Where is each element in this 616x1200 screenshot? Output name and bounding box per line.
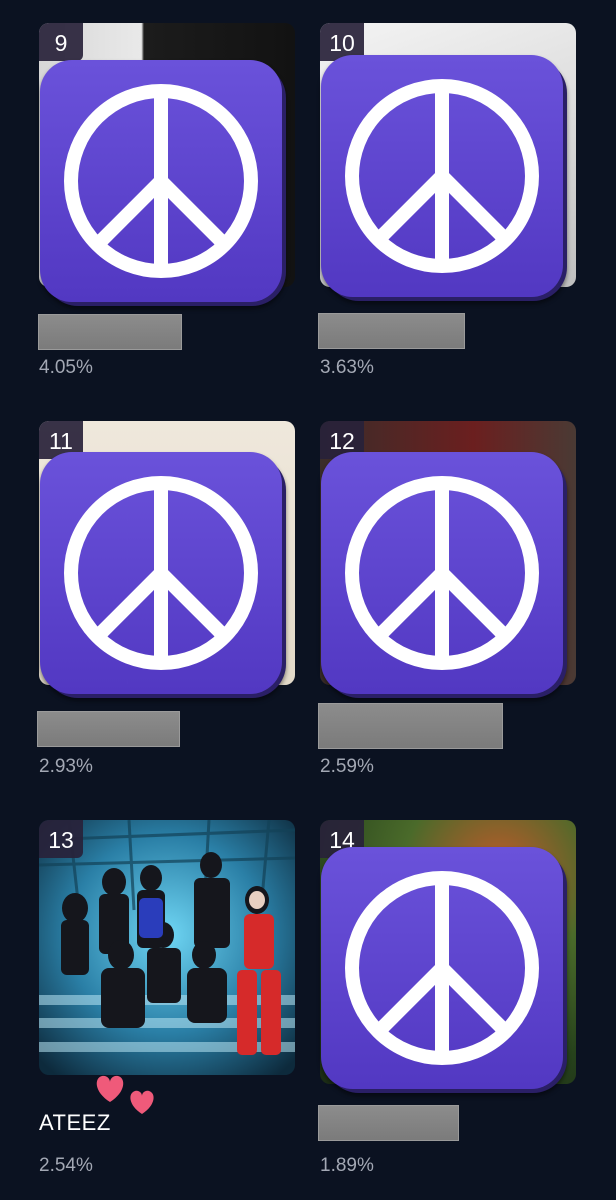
vote-percentage: 2.93% <box>39 756 93 777</box>
heart-icon <box>96 1075 154 1114</box>
vote-percentage: 2.54% <box>39 1155 93 1176</box>
vote-percentage: 3.63% <box>320 357 374 378</box>
vote-percentage: 4.05% <box>39 357 93 378</box>
rank-badge: 9 <box>39 23 83 61</box>
redacted-name-block <box>38 314 182 350</box>
redacted-name-block <box>37 711 180 747</box>
ranking-card-13[interactable]: 13 <box>39 820 295 1075</box>
peace-sign-icon <box>321 55 571 305</box>
artist-photo <box>39 820 295 1075</box>
peace-sign-icon <box>321 452 571 702</box>
vote-percentage: 1.89% <box>320 1155 374 1176</box>
peace-sign-icon <box>40 60 290 310</box>
rank-badge: 13 <box>39 820 83 858</box>
peace-sign-icon <box>321 847 571 1097</box>
redacted-name-block <box>318 703 503 749</box>
redacted-name-block <box>318 1105 459 1141</box>
peace-sign-icon <box>40 452 290 702</box>
vote-percentage: 2.59% <box>320 756 374 777</box>
redacted-name-block <box>318 313 465 349</box>
